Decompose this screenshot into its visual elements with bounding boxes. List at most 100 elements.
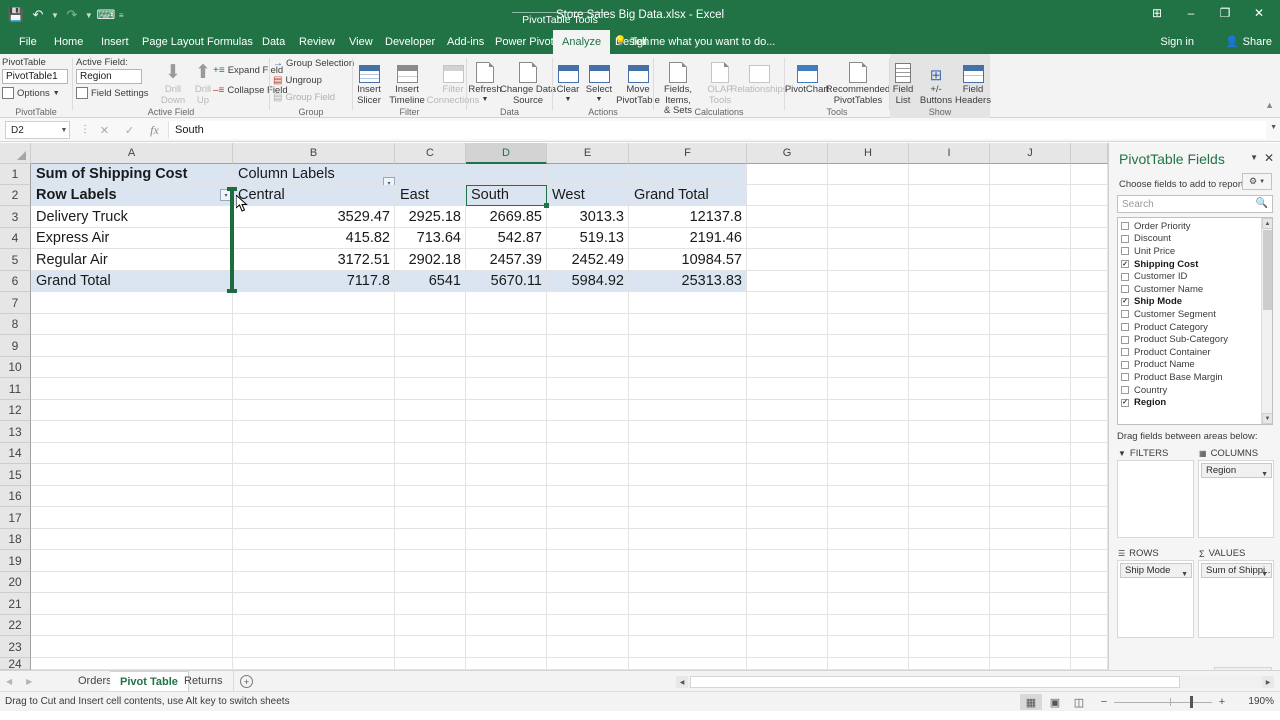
sheet-prev-icon[interactable]: ◀ [6,677,12,686]
grid-cell[interactable] [233,378,395,400]
checkbox-icon[interactable] [1121,310,1129,319]
grid-cell[interactable] [747,400,828,421]
row-header-2[interactable]: 2 [0,185,31,206]
grid-cell[interactable] [31,550,233,572]
pane-options-icon[interactable]: ▼ [1250,153,1258,162]
grid-cell[interactable] [909,206,990,228]
checkbox-checked-icon[interactable]: ✓ [1121,297,1129,306]
grid-cell[interactable] [828,593,909,615]
grid-cell[interactable] [909,249,990,271]
grid-cell[interactable] [547,443,629,464]
grid-cell[interactable] [909,400,990,421]
grid-cell[interactable] [233,529,395,550]
grid-cell[interactable] [31,357,233,378]
ribbon-display-options-icon[interactable]: ⊞ [1140,2,1174,24]
grid-cell[interactable] [747,335,828,357]
grid-cell[interactable] [747,615,828,636]
grid-cell[interactable] [1071,464,1108,486]
grid-cell[interactable] [828,335,909,357]
grid-cell[interactable] [31,572,233,593]
grid-cell[interactable] [629,615,747,636]
grid-cell[interactable] [1071,228,1108,249]
grid-cell[interactable] [990,271,1071,292]
field-list-item[interactable]: ✓ Ship Mode [1118,296,1272,309]
zoom-slider[interactable]: − + [1098,694,1228,710]
grid-cell[interactable] [31,314,233,335]
grid-cell[interactable] [909,292,990,314]
row-header-9[interactable]: 9 [0,335,31,357]
row-header-12[interactable]: 12 [0,400,31,421]
row-header-5[interactable]: 5 [0,249,31,271]
cell-D1[interactable] [466,164,547,185]
grid-cell[interactable] [629,486,747,507]
row-header-23[interactable]: 23 [0,636,31,658]
grid-cell[interactable] [828,206,909,228]
grid-cell[interactable] [31,529,233,550]
grid-cell[interactable] [233,357,395,378]
grid-cell[interactable] [1071,615,1108,636]
grid-cell[interactable] [395,550,466,572]
row-header-16[interactable]: 16 [0,486,31,507]
grid-cell[interactable] [395,357,466,378]
grid-cell[interactable] [466,550,547,572]
grid-cell[interactable] [233,636,395,658]
col-header-d[interactable]: D [466,143,547,164]
grid-cell[interactable] [1071,421,1108,443]
grid-cell[interactable] [31,464,233,486]
zoom-in-button[interactable]: + [1216,694,1228,710]
zoom-thumb[interactable] [1190,696,1193,708]
grid-cell[interactable] [909,443,990,464]
add-sheet-icon[interactable]: + [240,675,253,688]
cell-C3[interactable]: 2925.18 [395,206,466,228]
grid-cell[interactable] [466,335,547,357]
grid-cell[interactable] [1071,335,1108,357]
grid-cell[interactable] [1071,658,1108,670]
grid-cell[interactable] [395,421,466,443]
field-settings-button[interactable]: Field Settings [76,87,149,99]
grid-cell[interactable] [547,314,629,335]
grid-cell[interactable] [395,486,466,507]
grid-cell[interactable] [828,550,909,572]
grid-cell[interactable] [828,658,909,670]
grid-cell[interactable] [466,507,547,529]
tab-review[interactable]: Review [290,30,344,54]
grid-cell[interactable] [629,507,747,529]
field-headers-button[interactable]: Field Headers [952,59,994,106]
cell-A6[interactable]: Grand Total [31,271,233,292]
grid-cell[interactable] [747,228,828,249]
grid-cell[interactable] [828,486,909,507]
checkbox-icon[interactable] [1121,386,1129,395]
grid-cell[interactable] [747,486,828,507]
grid-cell[interactable] [747,572,828,593]
field-list-scrollbar[interactable]: ▲ ▼ [1261,218,1272,424]
grid-cell[interactable] [31,658,233,670]
field-list-item[interactable]: Discount [1118,233,1272,246]
field-list-item[interactable]: Product Name [1118,359,1272,372]
grid-cell[interactable] [233,593,395,615]
cell-F1[interactable] [629,164,747,185]
grid-cell[interactable] [1071,400,1108,421]
col-header-h[interactable]: H [828,143,909,164]
checkbox-icon[interactable] [1121,234,1129,243]
grid-cell[interactable] [747,550,828,572]
grid-cell[interactable] [466,636,547,658]
grid-cell[interactable] [828,464,909,486]
row-header-20[interactable]: 20 [0,572,31,593]
row-header-22[interactable]: 22 [0,615,31,636]
field-list-item[interactable]: ✓ Region [1118,396,1272,409]
grid-cell[interactable] [747,529,828,550]
grid-cell[interactable] [909,357,990,378]
grid-cell[interactable] [828,314,909,335]
cell-A1[interactable]: Sum of Shipping Cost [31,164,233,185]
grid-cell[interactable] [828,185,909,206]
checkbox-icon[interactable] [1121,323,1129,332]
cell-F6[interactable]: 25313.83 [629,271,747,292]
cell-E2[interactable]: West [547,185,629,206]
grid-cell[interactable] [990,421,1071,443]
field-list-item[interactable]: Product Sub-Category [1118,333,1272,346]
field-list-item[interactable]: Customer Segment [1118,308,1272,321]
rows-drop-area[interactable]: Ship Mode ▼ [1117,560,1194,638]
grid-cell[interactable] [909,636,990,658]
cell-D6[interactable]: 5670.11 [466,271,547,292]
cell-B3[interactable]: 3529.47 [233,206,395,228]
